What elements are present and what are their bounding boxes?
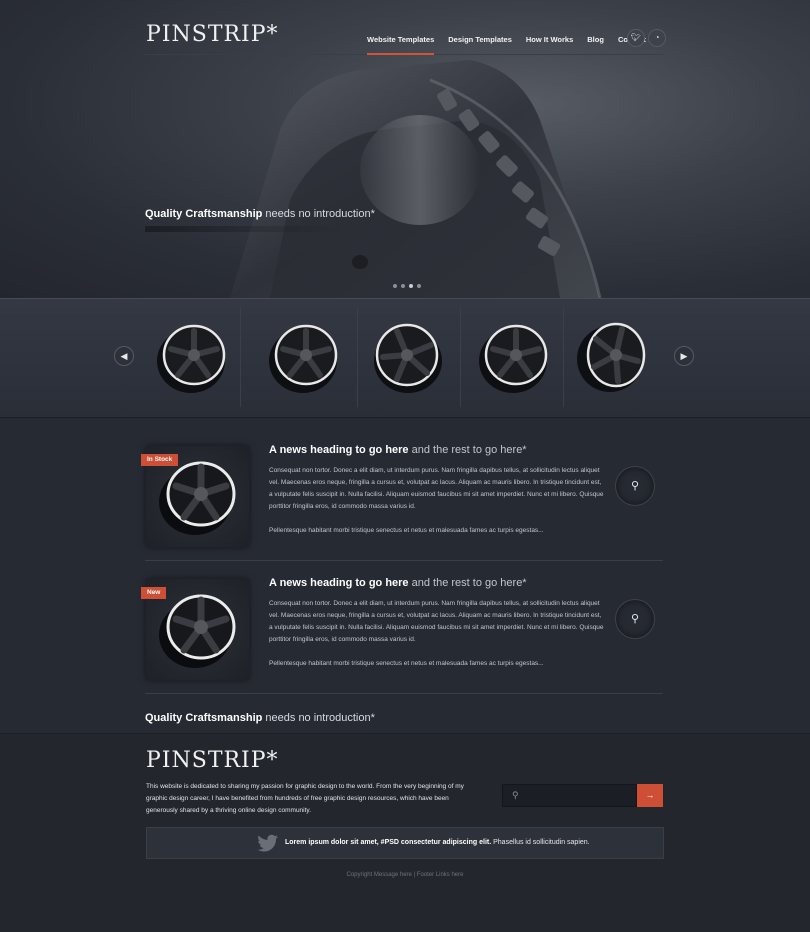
slider-dot[interactable] bbox=[393, 284, 397, 288]
site-logo[interactable]: PINSTRIP* bbox=[146, 22, 279, 47]
news-item: In Stock A news heading to go here and t… bbox=[0, 420, 810, 553]
hero-tagline: Quality Craftsmanship needs no introduct… bbox=[145, 208, 375, 220]
nav-website-templates[interactable]: Website Templates bbox=[367, 35, 435, 55]
status-badge: New bbox=[141, 587, 167, 599]
chevron-left-icon[interactable]: ◀ bbox=[114, 346, 134, 366]
main-nav: Website Templates Design Templates How I… bbox=[367, 35, 646, 55]
tagline-shadow bbox=[145, 226, 345, 232]
carousel-separator bbox=[357, 307, 358, 407]
copyright-text[interactable]: Copyright Message here | Footer Links he… bbox=[0, 872, 810, 878]
news-heading-rest: and the rest to go here* bbox=[408, 577, 527, 589]
wheel-product-4[interactable] bbox=[472, 317, 554, 399]
hero-tagline-rest: needs no introduction* bbox=[262, 208, 375, 220]
wheel-product-5[interactable] bbox=[572, 317, 654, 399]
slider-dot[interactable] bbox=[417, 284, 421, 288]
footer-about-text: This website is dedicated to sharing my … bbox=[146, 783, 464, 814]
chevron-right-icon[interactable]: ▶ bbox=[674, 346, 694, 366]
wheel-product-3[interactable] bbox=[367, 317, 449, 399]
news-item: New A news heading to go here and the re… bbox=[0, 553, 810, 686]
latest-tweet: Lorem ipsum dolor sit amet, #PSD consect… bbox=[146, 827, 664, 859]
zoom-search-icon[interactable]: ⚲ bbox=[615, 466, 655, 506]
carousel-separator bbox=[563, 307, 564, 407]
nav-blog[interactable]: Blog bbox=[587, 35, 604, 55]
quote-tagline: Quality Craftsmanship needs no introduct… bbox=[145, 712, 375, 724]
search-icon: ⚲ bbox=[512, 790, 519, 800]
nav-how-it-works[interactable]: How It Works bbox=[526, 35, 573, 55]
news-heading-rest: and the rest to go here* bbox=[408, 444, 527, 456]
search-input[interactable] bbox=[527, 789, 632, 803]
quote-bold: Quality Craftsmanship bbox=[145, 712, 263, 724]
hero-tagline-bold: Quality Craftsmanship bbox=[145, 208, 263, 220]
news-body: Consequat non tortor. Donec a elit diam,… bbox=[269, 467, 604, 510]
news-body-secondary: Pellentesque habitant morbi tristique se… bbox=[269, 527, 544, 534]
tweet-text: Lorem ipsum dolor sit amet, #PSD consect… bbox=[285, 839, 590, 846]
rss-icon[interactable]: ◔ bbox=[648, 29, 666, 47]
footer-logo[interactable]: PINSTRIP* bbox=[146, 748, 279, 773]
twitter-bird-icon bbox=[257, 834, 279, 852]
section-divider bbox=[145, 693, 663, 694]
tweet-text-bold[interactable]: Lorem ipsum dolor sit amet, #PSD consect… bbox=[285, 839, 491, 846]
carousel-separator bbox=[240, 307, 241, 407]
slider-dot[interactable] bbox=[401, 284, 405, 288]
zoom-search-icon[interactable]: ⚲ bbox=[615, 599, 655, 639]
news-body: Consequat non tortor. Donec a elit diam,… bbox=[269, 600, 604, 643]
social-links: 🐦︎ ◔ bbox=[627, 29, 666, 47]
tweet-text-rest: Phasellus id sollicitudin sapien. bbox=[491, 839, 590, 846]
news-heading[interactable]: A news heading to go here and the rest t… bbox=[269, 444, 527, 456]
status-badge: In Stock bbox=[141, 454, 179, 466]
news-heading[interactable]: A news heading to go here and the rest t… bbox=[269, 577, 527, 589]
slider-dot-active[interactable] bbox=[409, 284, 413, 288]
twitter-icon[interactable]: 🐦︎ bbox=[627, 29, 645, 47]
news-heading-bold: A news heading to go here bbox=[269, 577, 409, 589]
product-carousel: ◀ ▶ bbox=[0, 298, 810, 418]
slider-dots bbox=[393, 284, 421, 288]
news-body-secondary: Pellentesque habitant morbi tristique se… bbox=[269, 660, 544, 667]
quote-rest: needs no introduction* bbox=[262, 712, 375, 724]
wheel-product-1[interactable] bbox=[150, 317, 232, 399]
wheel-product-2[interactable] bbox=[262, 317, 344, 399]
footer-search: ⚲ bbox=[502, 784, 637, 807]
news-heading-bold: A news heading to go here bbox=[269, 444, 409, 456]
search-submit-button[interactable]: → bbox=[637, 784, 663, 807]
carousel-separator bbox=[460, 307, 461, 407]
nav-design-templates[interactable]: Design Templates bbox=[448, 35, 512, 55]
